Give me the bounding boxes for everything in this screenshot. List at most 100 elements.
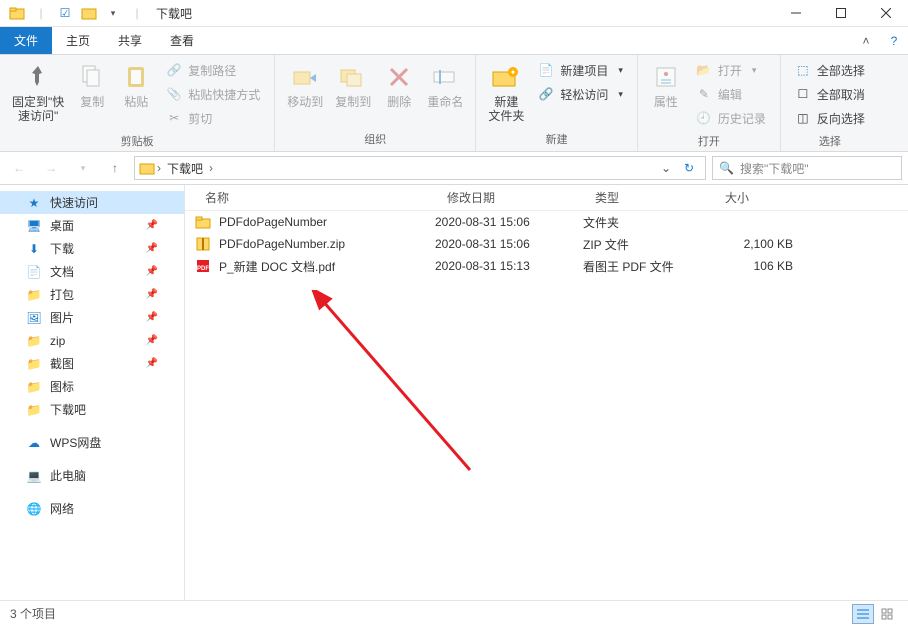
properties-icon [650,61,682,93]
nav-pack[interactable]: 📁打包📌 [0,283,184,306]
rename-icon [429,61,461,93]
document-icon: 📄 [26,264,42,280]
refresh-icon[interactable]: ↻ [677,161,701,175]
close-button[interactable] [863,0,908,27]
item-count: 3 个项目 [10,605,56,622]
nav-desktop[interactable]: 🖥桌面📌 [0,214,184,237]
forward-button[interactable]: → [38,155,64,181]
nav-downloads[interactable]: ⬇下载📌 [0,237,184,260]
pin-icon: 📌 [146,289,158,300]
pin-icon: 📌 [146,335,158,346]
breadcrumb[interactable]: › 下载吧 › ⌄ ↻ [134,156,706,180]
address-dropdown-icon[interactable]: ⌄ [657,161,675,175]
nav-icons[interactable]: 📁图标 [0,375,184,398]
column-headers: 名称 修改日期 类型 大小 [185,185,908,211]
open-button[interactable]: 📂打开▾ [692,59,770,81]
paste-button[interactable]: 粘贴 [114,57,158,111]
history-button[interactable]: 🕘历史记录 [692,107,770,129]
view-icons-button[interactable] [876,604,898,624]
recent-dropdown[interactable]: ▾ [70,155,96,181]
col-date[interactable]: 修改日期 [435,189,583,206]
pasteshortcut-button[interactable]: 📎粘贴快捷方式 [162,83,264,105]
file-row[interactable]: PDFdoPageNumber.zip2020-08-31 15:06ZIP 文… [185,233,908,255]
col-size[interactable]: 大小 [713,189,813,206]
open-icon: 📂 [696,62,712,78]
tab-view[interactable]: 查看 [156,27,208,54]
chevron-right-icon[interactable]: › [209,161,213,175]
view-details-button[interactable] [852,604,874,624]
navigation-pane: ★快速访问 🖥桌面📌 ⬇下载📌 📄文档📌 📁打包📌 🖼图片📌 📁zip📌 📁截图… [0,185,185,600]
file-name: PDFdoPageNumber [219,215,327,229]
svg-text:✦: ✦ [510,68,517,77]
pin-quickaccess-button[interactable]: 固定到"快 速访问" [6,57,70,125]
copy-icon [76,61,108,93]
search-input[interactable]: 🔍 搜索"下载吧" [712,156,902,180]
edit-button[interactable]: ✎编辑 [692,83,770,105]
minimize-button[interactable] [773,0,818,27]
path-icon: 🔗 [166,62,182,78]
qat-check-icon[interactable]: ☑ [54,2,76,24]
copyto-button[interactable]: 复制到 [329,57,377,111]
maximize-button[interactable] [818,0,863,27]
file-date: 2020-08-31 15:13 [435,259,583,273]
pc-icon: 💻 [26,468,42,484]
scissors-icon: ✂ [166,110,182,126]
search-icon: 🔍 [719,161,734,175]
breadcrumb-seg[interactable]: 下载吧 [163,160,207,177]
file-row[interactable]: PDFP_新建 DOC 文档.pdf2020-08-31 15:13看图王 PD… [185,255,908,277]
group-organize: 移动到 复制到 删除 重命名 组织 [275,55,476,151]
help-icon[interactable]: ? [880,27,908,54]
nav-pictures[interactable]: 🖼图片📌 [0,306,184,329]
rename-button[interactable]: 重命名 [421,57,469,111]
qat-dropdown-icon[interactable]: ▾ [102,2,124,24]
pictures-icon: 🖼 [26,310,42,326]
newfolder-button[interactable]: ✦新建 文件夹 [482,57,530,125]
selectnone-button[interactable]: ☐全部取消 [791,83,869,105]
delete-button[interactable]: 删除 [377,57,421,111]
chevron-right-icon[interactable]: › [157,161,161,175]
zip-icon [195,236,211,252]
ribbon: 固定到"快 速访问" 复制 粘贴 🔗复制路径 📎粘贴快捷方式 ✂剪切 剪贴板 移… [0,55,908,152]
status-bar: 3 个项目 [0,600,908,626]
invert-button[interactable]: ◫反向选择 [791,107,869,129]
up-button[interactable]: ↑ [102,155,128,181]
copypath-button[interactable]: 🔗复制路径 [162,59,264,81]
desktop-icon: 🖥 [26,218,42,234]
nav-quickaccess[interactable]: ★快速访问 [0,191,184,214]
download-icon: ⬇ [26,241,42,257]
group-new: ✦新建 文件夹 📄新建项目▾ 🔗轻松访问▾ 新建 [476,55,638,151]
tab-share[interactable]: 共享 [104,27,156,54]
col-type[interactable]: 类型 [583,189,713,206]
tab-home[interactable]: 主页 [52,27,104,54]
file-row[interactable]: PDFdoPageNumber2020-08-31 15:06文件夹 [185,211,908,233]
pin-icon [22,61,54,93]
pdf-icon: PDF [195,258,211,274]
nav-xzb[interactable]: 📁下载吧 [0,398,184,421]
nav-zip[interactable]: 📁zip📌 [0,329,184,352]
newitem-button[interactable]: 📄新建项目▾ [534,59,627,81]
nav-network[interactable]: 🌐网络 [0,497,184,520]
cut-button[interactable]: ✂剪切 [162,107,264,129]
col-name[interactable]: 名称 [185,189,435,206]
properties-button[interactable]: 属性 [644,57,688,111]
qat-separator: | [30,2,52,24]
selectall-button[interactable]: ⬚全部选择 [791,59,869,81]
folder-icon [139,160,155,176]
ribbon-collapse-icon[interactable]: ˄ [852,27,880,54]
nav-thispc[interactable]: 💻此电脑 [0,464,184,487]
edit-icon: ✎ [696,86,712,102]
moveto-button[interactable]: 移动到 [281,57,329,111]
folder-icon: 📁 [26,287,42,303]
back-button[interactable]: ← [6,155,32,181]
nav-wps[interactable]: ☁WPS网盘 [0,431,184,454]
tab-file[interactable]: 文件 [0,27,52,54]
nav-documents[interactable]: 📄文档📌 [0,260,184,283]
pin-icon: 📌 [146,243,158,254]
copy-button[interactable]: 复制 [70,57,114,111]
newitem-icon: 📄 [538,62,554,78]
easyaccess-button[interactable]: 🔗轻松访问▾ [534,83,627,105]
selectall-icon: ⬚ [795,62,811,78]
nav-screenshot[interactable]: 📁截图📌 [0,352,184,375]
paste-icon [120,61,152,93]
qat-folder-icon[interactable] [78,2,100,24]
